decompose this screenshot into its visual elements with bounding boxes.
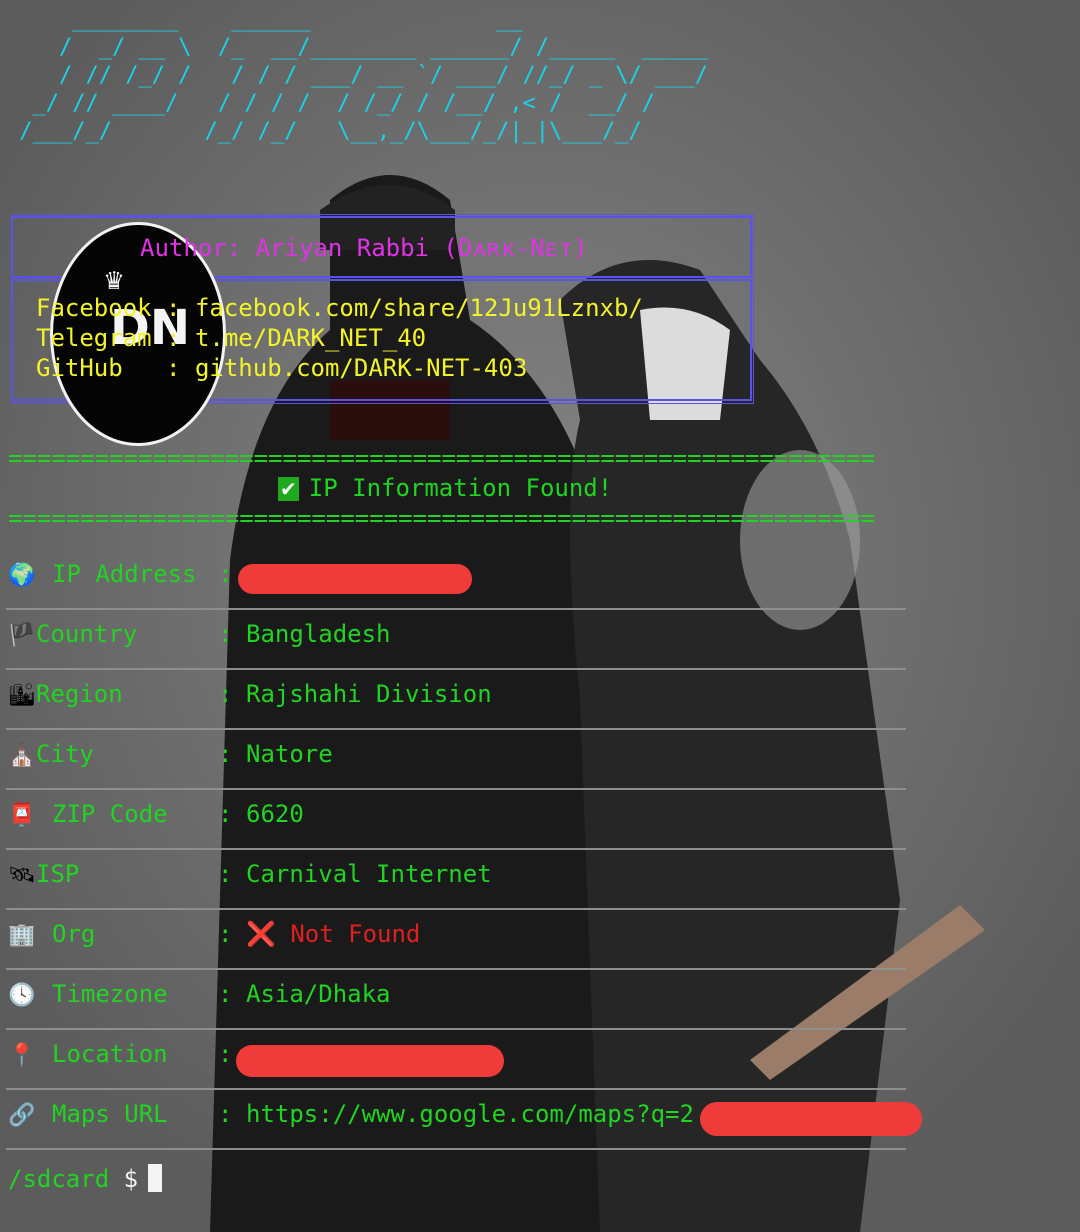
cityscape-icon: 🏙: [8, 683, 36, 708]
check-icon: ✔: [278, 477, 299, 501]
text-cursor: [148, 1164, 163, 1192]
facebook-link: Facebook : facebook.com/share/12Ju91Lznx…: [36, 294, 643, 322]
separator-line: ========================================…: [8, 444, 875, 472]
social-links: Facebook : facebook.com/share/12Ju91Lznx…: [36, 293, 643, 383]
pin-icon: 📍: [8, 1043, 36, 1068]
redaction-mark: [700, 1102, 922, 1136]
ascii-banner: ________ ______ __ / _/ __ \ /_ __/_____…: [6, 6, 708, 146]
info-value: Bangladesh: [246, 620, 391, 648]
info-row: 🏴 Country: Bangladesh: [6, 608, 906, 670]
ascii-line: / // /_/ / / / / ___/ __ `/ ___/ //_/ _ …: [6, 63, 708, 88]
link-icon: 🔗: [8, 1103, 36, 1128]
info-row: 🏙 Region: Rajshahi Division: [6, 668, 906, 730]
redaction-mark: [236, 1045, 504, 1077]
info-value: ❌ Not Found: [246, 920, 421, 948]
info-value: 6620: [246, 800, 304, 828]
colon-separator: :: [218, 740, 233, 768]
info-label: Org: [52, 920, 96, 948]
info-label: ISP: [36, 860, 80, 888]
colon-separator: :: [218, 680, 233, 708]
colon-separator: :: [218, 1100, 233, 1128]
crown-icon: ♛: [105, 262, 124, 297]
ascii-line: _/ // ____/ / / / / / /_/ / /__/ ,< / __…: [6, 91, 656, 116]
info-label: Maps URL: [52, 1100, 168, 1128]
info-label: Country: [36, 620, 138, 648]
author-line: Author: Ariyan Rabbi (Dᴀʀᴋ-Nᴇᴛ): [140, 234, 588, 262]
redaction-mark: [238, 564, 472, 594]
flag-icon: 🏴: [8, 623, 36, 648]
clock-icon: 🕓: [8, 983, 36, 1008]
ascii-line: ________ ______ __: [6, 7, 523, 32]
info-label: IP Address: [52, 560, 197, 588]
info-label: Location: [52, 1040, 168, 1068]
info-label: Region: [36, 680, 123, 708]
separator-line: ========================================…: [8, 504, 875, 532]
colon-separator: :: [218, 980, 233, 1008]
info-label: City: [36, 740, 94, 768]
colon-separator: :: [218, 800, 233, 828]
status-message: ✔ IP Information Found!: [278, 474, 612, 502]
info-value: Natore: [246, 740, 333, 768]
colon-separator: :: [218, 560, 233, 588]
telegram-link: Telegram : t.me/DARK_NET_40: [36, 324, 427, 352]
colon-separator: :: [218, 860, 233, 888]
mailbox-icon: 📮: [8, 803, 36, 828]
prompt-path: /sdcard: [8, 1165, 110, 1193]
globe-icon: 🌍: [8, 563, 36, 588]
info-label: ZIP Code: [52, 800, 168, 828]
info-value: Asia/Dhaka: [246, 980, 391, 1008]
ascii-line: /___/_/ /_/ /_/ \__,_/\___/_/|_|\___/_/: [6, 119, 642, 144]
github-link: GitHub : github.com/DARK-NET-403: [36, 354, 528, 382]
info-value: https://www.google.com/maps?q=2: [246, 1100, 694, 1128]
info-value: Carnival Internet: [246, 860, 492, 888]
info-row: 🕓 Timezone: Asia/Dhaka: [6, 968, 906, 1030]
colon-separator: :: [218, 1040, 233, 1068]
info-value: Rajshahi Division: [246, 680, 492, 708]
ascii-line: / _/ __ \ /_ __/________ ______/ /_____ …: [6, 35, 708, 60]
shell-prompt[interactable]: /sdcard $: [8, 1164, 163, 1193]
satellite-icon: 🛰: [8, 863, 36, 888]
status-text: IP Information Found!: [308, 474, 613, 502]
info-row: 🛰 ISP: Carnival Internet: [6, 848, 906, 910]
terminal-window[interactable]: ________ ______ __ / _/ __ \ /_ __/_____…: [0, 0, 1080, 1232]
colon-separator: :: [218, 620, 233, 648]
colon-separator: :: [218, 920, 233, 948]
info-row: ⛪ City: Natore: [6, 728, 906, 790]
info-row: 🏢 Org: ❌ Not Found: [6, 908, 906, 970]
info-label: Timezone: [52, 980, 168, 1008]
info-row: 📮 ZIP Code:6620: [6, 788, 906, 850]
church-icon: ⛪: [8, 743, 36, 768]
prompt-symbol: $: [123, 1165, 139, 1193]
office-icon: 🏢: [8, 923, 36, 948]
